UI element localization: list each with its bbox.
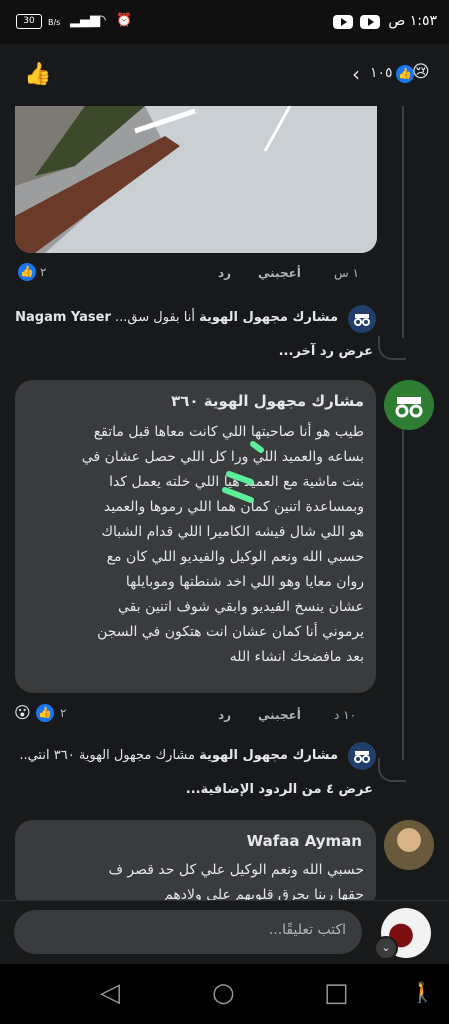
reaction-count[interactable]: ١٠٥ [370, 65, 393, 81]
thread-connector [378, 758, 406, 782]
recents-icon[interactable]: □ [324, 978, 349, 1008]
comment-author: Wafaa Ayman [246, 832, 362, 850]
comment-input[interactable]: اكتب تعليقًا... [14, 910, 362, 954]
comment-line: عشان ينسخ الفيديو وابقي شوف اتنين بقي [118, 599, 364, 615]
incognito-icon [354, 751, 370, 763]
comment-text: طيب هو أنا صاحبتها اللي كانت معاها قبل م… [19, 420, 364, 670]
net-speed: B/s [48, 18, 61, 27]
like-reaction-icon: 👍 [18, 263, 36, 281]
reply-link[interactable]: رد [218, 266, 231, 280]
youtube-icon [360, 15, 380, 29]
reply-author: مشارك مجهول الهوية [199, 310, 338, 325]
reply-mention: Nagam Yaser [15, 310, 111, 325]
reaction-count[interactable]: ٢ [40, 265, 46, 279]
like-link[interactable]: أعجبني [258, 266, 301, 280]
top-bar: 👍 ‹ ١٠٥ 👍 😢 [0, 44, 449, 106]
comment-line: هو اللي شال فيشه الكاميرا اللي قدام الشب… [101, 524, 364, 540]
incognito-icon [354, 314, 370, 326]
comment-bubble[interactable]: Wafaa Ayman حسبي الله ونعم الوكيل علي كل… [15, 820, 376, 910]
android-nav-bar: ◁ ○ □ 🚶 [0, 964, 449, 1024]
anonymous-avatar[interactable] [384, 380, 434, 430]
comment-placeholder: اكتب تعليقًا... [268, 922, 346, 938]
comment-line: يرموني أنا كمان عشان انت هتكون في السجن [97, 624, 364, 640]
clock: ١:٥٣ ص [388, 13, 437, 29]
comment-time: ١ س [334, 266, 359, 280]
comment-line: بعد مافضحك انشاء الله [229, 649, 364, 665]
comment-line: حسبي الله ونعم الوكيل علي كل حد قصر ف [108, 862, 364, 878]
incognito-icon [395, 397, 423, 418]
comment-time: ١٠ د [334, 708, 357, 722]
battery-icon: 30 [16, 14, 42, 29]
back-icon[interactable]: ◁ [100, 978, 120, 1008]
comment-line: بنت ماشية مع العميد هيا اللي خلته يعمل ك… [109, 474, 364, 490]
like-reaction-icon: 👍 [36, 704, 54, 722]
reaction-count[interactable]: ٢ [60, 706, 66, 720]
accessibility-icon[interactable]: 🚶 [410, 980, 435, 1004]
comment-author: مشارك مجهول الهوية ٣٦٠ [171, 392, 364, 410]
reply-preview[interactable]: مشارك مجهول الهوية مشارك مجهول الهوية ٣٦… [18, 748, 338, 763]
like-link[interactable]: أعجبني [258, 708, 301, 722]
status-bar: 30 B/s ▂▄▆ ◠ ⏰ ١:٥٣ ص [0, 0, 449, 44]
view-other-reply-link[interactable]: عرض رد آخر... [279, 344, 373, 359]
reply-link[interactable]: رد [218, 708, 231, 722]
view-more-replies-link[interactable]: عرض ٤ من الردود الإضافية... [186, 782, 373, 797]
thread-line [402, 428, 404, 760]
home-icon[interactable]: ○ [212, 978, 235, 1008]
thread-connector [378, 336, 406, 360]
reply-author: مشارك مجهول الهوية [199, 748, 338, 763]
reply-snippet: أنا بقول سق... [115, 310, 195, 325]
sad-reaction-icon: 😢 [412, 62, 430, 82]
anonymous-avatar[interactable] [348, 742, 376, 770]
reply-snippet: مشارك مجهول الهوية ٣٦٠ انتي... [18, 748, 195, 763]
comment-line: بساعه والعميد اللي ورا كل اللي حصل عشان … [81, 449, 364, 465]
comment-line: وبمساعدة اتنين كمان هما اللي رموها والعم… [103, 499, 364, 515]
floor-photo [15, 106, 377, 253]
reply-preview[interactable]: مشارك مجهول الهوية أنا بقول سق... Nagam … [15, 310, 338, 325]
wifi-icon: ◠ [95, 13, 107, 28]
comment-bubble[interactable]: مشارك مجهول الهوية ٣٦٠ طيب هو أنا صاحبته… [15, 380, 376, 693]
highlight-scribble [222, 441, 264, 503]
alarm-icon: ⏰ [116, 13, 133, 28]
comment-line: حسبي الله ونعم الوكيل والفيديو اللي كان … [106, 549, 364, 565]
battery-level: 30 [23, 16, 35, 26]
like-outline-icon[interactable]: 👍 [24, 62, 51, 87]
youtube-icon [333, 15, 353, 29]
thread-line [402, 106, 404, 338]
comment-line: طيب هو أنا صاحبتها اللي كانت معاها قبل م… [93, 424, 364, 440]
comment-line: روان معايا وهو اللي اخد شنطتها وموبايلها [125, 574, 364, 590]
comment-photo[interactable] [15, 106, 377, 253]
anonymous-avatar[interactable] [348, 305, 376, 333]
back-chevron-icon[interactable]: ‹ [352, 62, 360, 86]
user-avatar[interactable] [384, 820, 434, 870]
wow-reaction-icon: 😮 [14, 703, 31, 722]
chevron-down-icon[interactable]: ⌄ [374, 936, 398, 960]
